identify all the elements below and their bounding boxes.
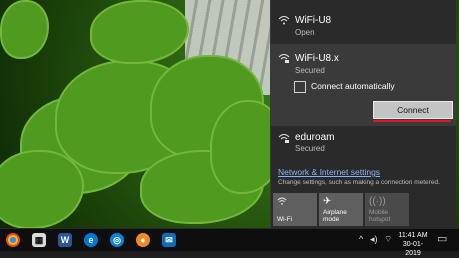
store-icon[interactable]: ◎	[110, 233, 124, 247]
wallpaper-leaf	[90, 0, 189, 64]
calculator-icon[interactable]: ▦	[32, 233, 46, 247]
connect-automatically-label: Connect automatically	[311, 81, 395, 91]
network-item[interactable]: WiFi-U8 Open	[271, 10, 456, 40]
quick-action-mobile-hotspot[interactable]: ((·)) Mobile hotspot	[365, 193, 409, 226]
edge-icon[interactable]: e	[84, 233, 98, 247]
quick-action-wifi[interactable]: Wi-Fi	[273, 193, 317, 226]
airplane-icon: ✈	[323, 196, 332, 207]
network-status: Open	[295, 28, 315, 37]
chevron-up-icon[interactable]: ^	[359, 234, 363, 244]
network-item[interactable]: eduroam Secured	[271, 128, 456, 158]
clock-time: 11:41 AM	[398, 232, 428, 239]
wallpaper-leaf	[0, 0, 49, 59]
connect-automatically-checkbox[interactable]	[294, 81, 306, 93]
wifi-secured-icon	[278, 132, 290, 147]
quick-action-airplane-mode[interactable]: ✈ Airplane mode	[319, 193, 363, 226]
network-flyout: WiFi-U8 Open WiFi-U8.x Secured Connect a…	[270, 0, 456, 228]
network-settings-description: Change settings, such as making a connec…	[278, 179, 440, 186]
app-orange-icon[interactable]: ●	[136, 233, 150, 247]
red-underline-annotation	[373, 120, 451, 122]
wifi-icon	[277, 196, 287, 209]
taskbar: ▦ W e ◎ ● ✉ ^ ◂) ⌔ 11:41 AM 30-01-2019 ▭	[0, 228, 459, 257]
network-name: WiFi-U8.x	[295, 53, 339, 64]
wifi-icon	[278, 14, 290, 29]
quick-action-label: Airplane mode	[323, 209, 347, 223]
word-icon[interactable]: W	[58, 233, 72, 247]
mail-icon[interactable]: ✉	[162, 233, 176, 247]
network-status: Secured	[295, 144, 325, 153]
taskbar-clock[interactable]: 11:41 AM 30-01-2019	[396, 231, 430, 258]
network-name: eduroam	[295, 132, 335, 143]
quick-action-label: Wi-Fi	[277, 216, 293, 223]
network-name: WiFi-U8	[295, 15, 332, 26]
notification-icon[interactable]: ▭	[437, 232, 447, 245]
network-status: Secured	[295, 66, 325, 75]
network-icon[interactable]: ⌔	[384, 234, 392, 245]
network-settings-link[interactable]: Network & Internet settings	[278, 167, 380, 177]
volume-icon[interactable]: ◂)	[370, 234, 378, 245]
hotspot-icon: ((·))	[369, 196, 386, 207]
chrome-icon[interactable]	[6, 233, 20, 247]
clock-date: 30-01-2019	[402, 241, 424, 257]
connect-button[interactable]: Connect	[373, 101, 453, 119]
wallpaper-leaf	[0, 150, 84, 229]
quick-action-label: Mobile hotspot	[369, 209, 391, 223]
wifi-secured-icon	[278, 52, 290, 67]
